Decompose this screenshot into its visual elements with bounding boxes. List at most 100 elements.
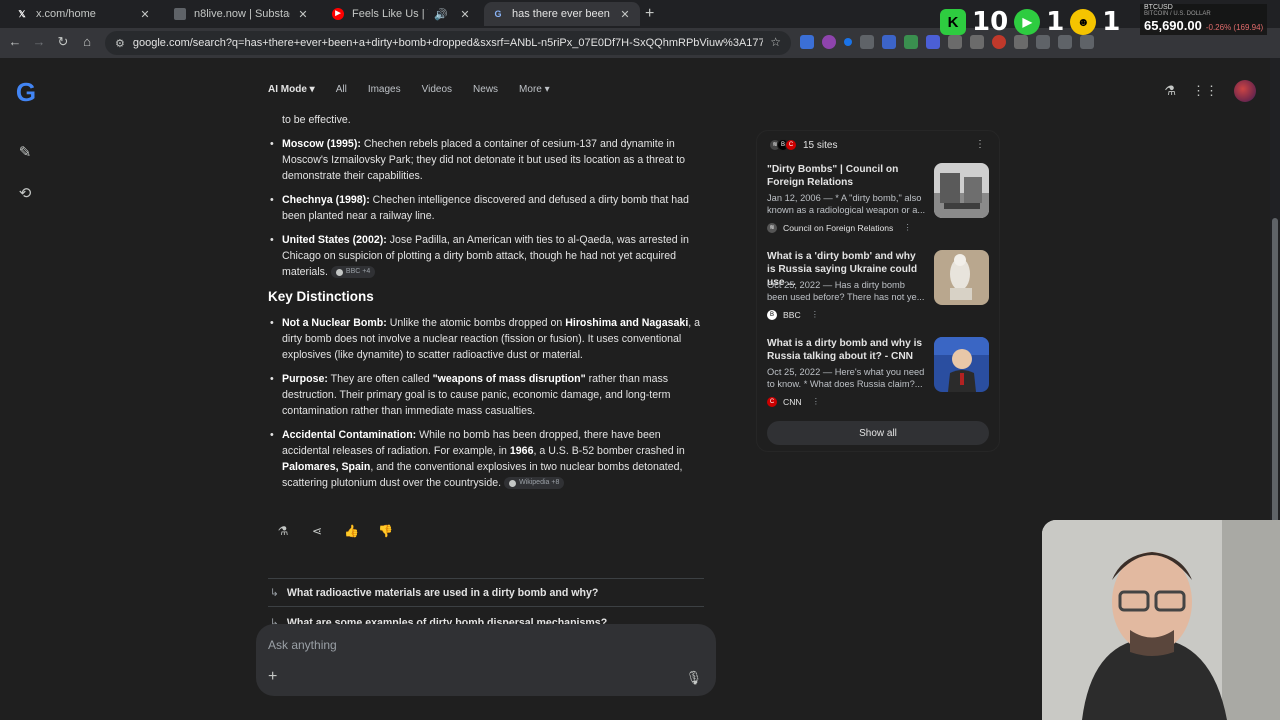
share-icon[interactable]: ⋖ bbox=[310, 524, 324, 538]
thumbs-up-icon[interactable]: 👍 bbox=[344, 524, 359, 538]
microphone-icon[interactable]: 🎙 bbox=[685, 670, 702, 686]
list-item: United States (2002): Jose Padilla, an A… bbox=[268, 232, 708, 280]
extension-shield-icon[interactable] bbox=[800, 35, 814, 49]
header-actions: ⚗ ⋮⋮ bbox=[1164, 80, 1256, 102]
btc-ticker: BTCUSD BITCOIN / U.S. DOLLAR 65,690.00 -0… bbox=[1140, 4, 1268, 35]
add-attachment-icon[interactable]: + bbox=[268, 668, 277, 686]
source-card[interactable]: "Dirty Bombs" | Council on Foreign Relat… bbox=[767, 163, 989, 243]
source-card-snippet: Oct 25, 2022 — Has a dirty bomb been use… bbox=[767, 280, 925, 302]
apps-grid-icon[interactable]: ⋮⋮ bbox=[1192, 83, 1218, 99]
forward-icon[interactable]: → bbox=[30, 34, 48, 49]
distinctions-list: Not a Nuclear Bomb: Unlike the atomic bo… bbox=[268, 315, 708, 491]
url-text[interactable]: google.com/search?q=has+there+ever+been+… bbox=[133, 37, 763, 49]
tab-more[interactable]: More ▾ bbox=[519, 84, 550, 95]
source-card[interactable]: What is a dirty bomb and why is Russia t… bbox=[767, 337, 989, 417]
item-text: Unlike the atomic bombs dropped on bbox=[386, 317, 566, 329]
more-options-icon[interactable]: ⋮ bbox=[811, 309, 820, 320]
extension-green-icon[interactable] bbox=[904, 35, 918, 49]
reply-arrow-icon: ↳ bbox=[270, 586, 279, 599]
google-logo-icon[interactable]: G bbox=[14, 79, 38, 105]
item-emphasis: Hiroshima and Nagasaki bbox=[565, 317, 689, 329]
source-chip-label: Wikipedia +8 bbox=[519, 479, 560, 487]
reload-icon[interactable]: ↻ bbox=[54, 34, 72, 50]
more-options-icon[interactable]: ⋮ bbox=[812, 396, 821, 407]
close-tab-icon[interactable]: ✕ bbox=[138, 8, 152, 21]
source-chip[interactable]: Wikipedia +8 bbox=[504, 477, 565, 490]
source-card-publisher: B BBC ⋮ bbox=[767, 309, 819, 320]
tab-x-home[interactable]: 𝕏 x.com/home ✕ bbox=[8, 2, 160, 26]
bbc-favicon-icon: B bbox=[767, 309, 777, 320]
site-info-icon[interactable]: ⚙ bbox=[115, 37, 125, 50]
followup-item[interactable]: ↳ What radioactive materials are used in … bbox=[268, 578, 704, 606]
kick-logo-icon: K bbox=[940, 9, 966, 35]
ask-input[interactable]: Ask anything bbox=[268, 638, 337, 652]
cfr-favicon-icon: ≋ bbox=[767, 222, 777, 233]
tab-google-search[interactable]: G has there ever been a dirty bom ✕ bbox=[484, 2, 640, 26]
thumbs-down-icon[interactable]: 👎 bbox=[378, 524, 393, 538]
incident-title: United States (2002): bbox=[282, 234, 387, 246]
source-card-publisher: ≋ Council on Foreign Relations ⋮ bbox=[767, 222, 912, 233]
cnn-favicon-icon: C bbox=[767, 396, 777, 407]
sources-header[interactable]: ≋ B C 15 sites bbox=[769, 139, 837, 151]
show-all-button[interactable]: Show all bbox=[767, 421, 989, 445]
incident-title: Chechnya (1998): bbox=[282, 194, 370, 206]
labs-flask-icon[interactable]: ⚗ bbox=[276, 524, 290, 538]
list-item: Not a Nuclear Bomb: Unlike the atomic bo… bbox=[268, 315, 708, 363]
avatar[interactable] bbox=[1234, 80, 1256, 102]
source-thumbnail[interactable] bbox=[934, 163, 989, 218]
source-name: BBC bbox=[783, 309, 801, 320]
new-chat-icon[interactable]: ✎ bbox=[16, 143, 34, 161]
extension-window-icon[interactable] bbox=[882, 35, 896, 49]
close-tab-icon[interactable]: ✕ bbox=[458, 8, 472, 21]
google-icon: G bbox=[494, 9, 502, 19]
source-card[interactable]: What is a 'dirty bomb' and why is Russia… bbox=[767, 250, 989, 330]
source-card-snippet: Oct 25, 2022 — Here's what you need to k… bbox=[767, 367, 925, 389]
back-icon[interactable]: ← bbox=[6, 34, 24, 49]
tab-substack[interactable]: n8live.now | Substack ✕ bbox=[166, 2, 318, 26]
followup-text: What radioactive materials are used in a… bbox=[286, 586, 599, 599]
tab-all[interactable]: All bbox=[336, 84, 347, 95]
audio-playing-icon[interactable]: 🔊 bbox=[434, 8, 448, 21]
source-card-snippet: Jan 12, 2006 — * A "dirty bomb," also kn… bbox=[767, 193, 926, 215]
close-tab-icon[interactable]: ✕ bbox=[618, 8, 632, 21]
labs-flask-icon[interactable]: ⚗ bbox=[1164, 83, 1176, 99]
more-options-icon[interactable]: ⋮ bbox=[903, 222, 912, 233]
tab-news[interactable]: News bbox=[473, 84, 498, 95]
sources-panel: ≋ B C 15 sites ⋮ "Dirty Bombs" | Council… bbox=[756, 130, 1000, 452]
item-text: , a U.S. B-52 bomber crashed in bbox=[533, 445, 685, 457]
extension-glasses-icon[interactable] bbox=[860, 35, 874, 49]
list-item: Purpose: They are often called "weapons … bbox=[268, 371, 708, 419]
extension-circle-icon[interactable] bbox=[822, 35, 836, 49]
section-heading: Key Distinctions bbox=[268, 289, 374, 304]
third-viewer-count: 1 bbox=[1102, 7, 1121, 37]
tab-youtube-music[interactable]: ▶ Feels Like Us | YouTube Mu 🔊 ✕ bbox=[324, 2, 480, 26]
ask-input-box[interactable]: Ask anything + 🎙 bbox=[256, 624, 716, 696]
rumble-logo-icon: ▶ bbox=[1014, 9, 1041, 35]
item-title: Not a Nuclear Bomb: bbox=[282, 317, 387, 329]
tab-ai-mode-label: AI Mode bbox=[268, 84, 307, 95]
followup-item[interactable]: ↳ What are some examples of dirty bomb di… bbox=[268, 606, 704, 626]
more-options-icon[interactable]: ⋮ bbox=[975, 139, 985, 150]
cnn-favicon-icon: C bbox=[785, 139, 797, 151]
new-tab-button[interactable]: + bbox=[645, 5, 654, 23]
answer-fragment: to be effective. bbox=[282, 114, 351, 126]
address-bar[interactable]: ⚙ google.com/search?q=has+there+ever+bee… bbox=[105, 31, 791, 55]
search-nav: AI Mode ▾ All Images Videos News More ▾ bbox=[268, 84, 550, 95]
tab-videos[interactable]: Videos bbox=[422, 84, 452, 95]
source-card-title[interactable]: What is a dirty bomb and why is Russia t… bbox=[767, 337, 923, 363]
list-item: Accidental Contamination: While no bomb … bbox=[268, 427, 708, 491]
source-card-publisher: C CNN ⋮ bbox=[767, 396, 820, 407]
tab-ai-mode[interactable]: AI Mode ▾ bbox=[268, 84, 315, 95]
extension-dot-icon[interactable] bbox=[844, 38, 852, 46]
home-icon[interactable]: ⌂ bbox=[78, 34, 96, 49]
extension-wifi-icon[interactable] bbox=[926, 35, 940, 49]
incident-title: Moscow (1995): bbox=[282, 138, 361, 150]
bookmark-star-icon[interactable]: ☆ bbox=[770, 35, 781, 49]
close-tab-icon[interactable]: ✕ bbox=[296, 8, 310, 21]
source-card-title[interactable]: "Dirty Bombs" | Council on Foreign Relat… bbox=[767, 163, 923, 189]
source-thumbnail[interactable] bbox=[934, 337, 989, 392]
tab-images[interactable]: Images bbox=[368, 84, 401, 95]
source-thumbnail[interactable] bbox=[934, 250, 989, 305]
source-chip[interactable]: BBC +4 bbox=[330, 266, 376, 279]
history-icon[interactable]: ⟲ bbox=[16, 184, 34, 202]
